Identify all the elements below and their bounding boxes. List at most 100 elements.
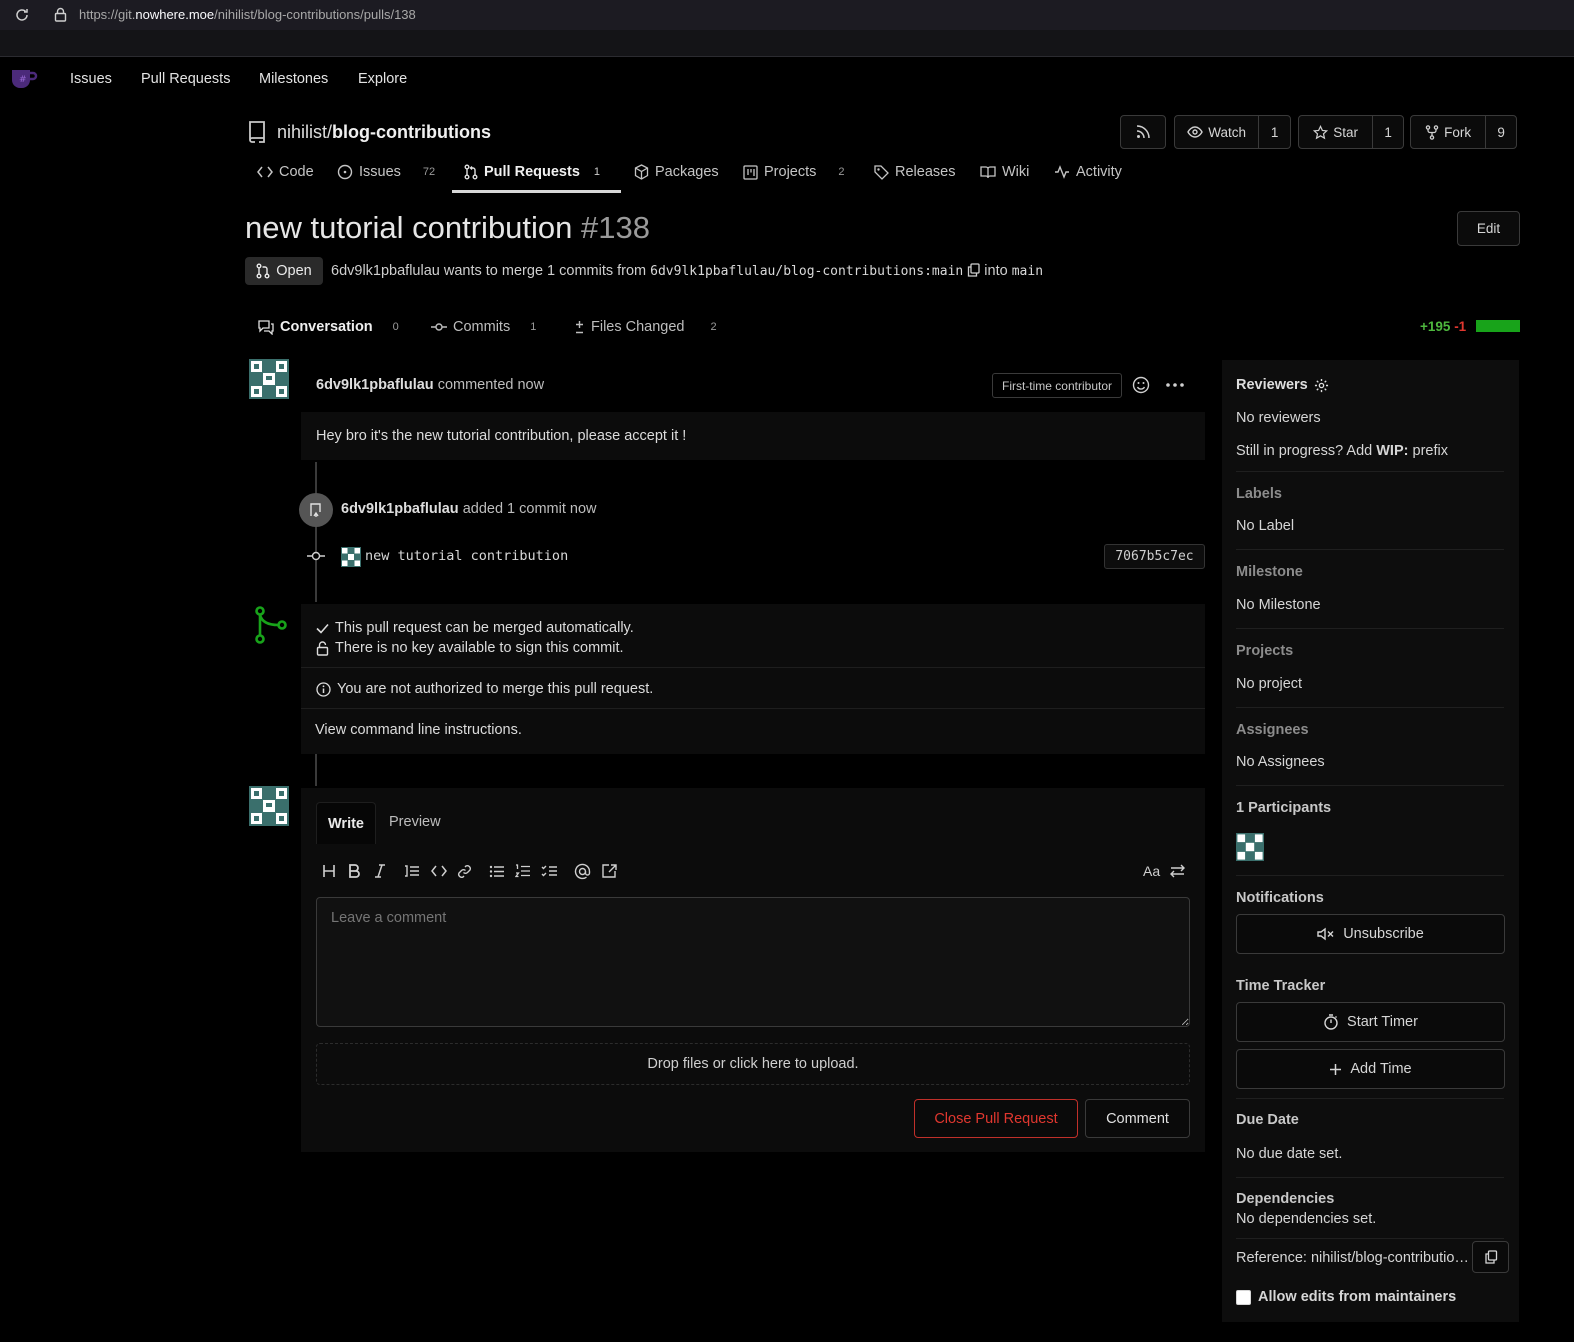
head-branch[interactable]: 6dv9lk1pbaflulau/blog-contributions:main	[650, 264, 963, 279]
tab-packages[interactable]: Packages	[634, 164, 719, 180]
base-branch[interactable]: main	[1012, 264, 1043, 279]
comment-meta: 6dv9lk1pbaflulau commented now	[316, 377, 545, 393]
tab-projects[interactable]: Projects 2	[743, 164, 845, 180]
mute-icon	[1317, 927, 1334, 941]
star-icon	[1313, 124, 1329, 139]
pr-state-badge: Open	[245, 257, 323, 285]
nav-milestones[interactable]: Milestones	[259, 71, 328, 87]
star-count[interactable]: 1	[1372, 116, 1403, 148]
unsubscribe-button[interactable]: Unsubscribe	[1236, 914, 1505, 954]
code-icon[interactable]	[431, 865, 447, 877]
fork-icon	[1425, 124, 1439, 140]
tab-preview[interactable]: Preview	[389, 814, 441, 830]
info-icon	[316, 681, 331, 697]
user-avatar[interactable]	[249, 359, 289, 399]
check-icon	[316, 623, 329, 634]
reload-icon[interactable]	[14, 7, 30, 23]
heading-icon[interactable]	[322, 864, 336, 878]
fork-button[interactable]: Fork 9	[1410, 115, 1517, 149]
commit-author-avatar[interactable]	[341, 547, 361, 567]
push-event-badge	[299, 493, 333, 527]
emoji-reaction-icon[interactable]	[1132, 376, 1150, 394]
comment-author-link[interactable]: 6dv9lk1pbaflulau	[316, 377, 434, 393]
commit-sha-link[interactable]: 7067b5c7ec	[1104, 544, 1205, 569]
sign-status-line: There is no key available to sign this c…	[316, 640, 624, 656]
browser-toolbar-strip	[0, 30, 1574, 57]
tab-releases[interactable]: Releases	[874, 164, 955, 180]
participant-avatar[interactable]	[1236, 833, 1264, 861]
italic-icon[interactable]	[374, 864, 386, 878]
diff-icon	[576, 321, 583, 334]
copy-reference-button[interactable]	[1472, 1241, 1509, 1273]
cross-reference-icon[interactable]	[601, 863, 618, 879]
no-reviewers-text: No reviewers	[1236, 410, 1321, 426]
pull-request-icon	[256, 263, 270, 279]
bold-icon[interactable]	[348, 864, 360, 878]
projects-heading[interactable]: Projects	[1236, 643, 1293, 659]
forgejo-logo-icon[interactable]: #	[8, 66, 40, 90]
commit-event-author[interactable]: 6dv9lk1pbaflulau	[341, 501, 459, 517]
svg-text:#: #	[19, 75, 27, 85]
url-text[interactable]: https://git.nowhere.moe/nihilist/blog-co…	[79, 7, 416, 22]
nav-issues[interactable]: Issues	[70, 71, 112, 87]
watch-count[interactable]: 1	[1258, 116, 1290, 148]
tab-commits[interactable]: Commits 1	[431, 319, 536, 335]
comment-textarea[interactable]	[316, 897, 1190, 1027]
comments-icon	[258, 319, 274, 335]
tab-activity[interactable]: Activity	[1054, 164, 1122, 180]
command-line-instructions-link[interactable]: View command line instructions.	[315, 722, 522, 738]
tab-conversation[interactable]: Conversation 0	[258, 319, 399, 335]
copy-icon[interactable]	[967, 263, 980, 277]
add-time-button[interactable]: Add Time	[1236, 1049, 1505, 1089]
pr-author-link[interactable]: 6dv9lk1pbaflulau	[331, 263, 440, 279]
task-list-icon[interactable]	[541, 864, 558, 878]
mention-icon[interactable]	[574, 863, 591, 880]
more-options-icon[interactable]	[1166, 383, 1184, 387]
star-button[interactable]: Star 1	[1298, 115, 1404, 149]
start-timer-button[interactable]: Start Timer	[1236, 1002, 1505, 1042]
milestone-heading[interactable]: Milestone	[1236, 564, 1303, 580]
tab-issues[interactable]: Issues 72	[337, 164, 435, 180]
tab-write[interactable]: Write	[316, 802, 376, 844]
bullet-list-icon[interactable]	[489, 865, 505, 878]
assignees-heading[interactable]: Assignees	[1236, 722, 1309, 738]
comment-body: Hey bro it's the new tutorial contributi…	[301, 412, 1205, 460]
pr-merge-info: 6dv9lk1pbaflulau wants to merge 1 commit…	[331, 263, 1044, 279]
tab-files-changed[interactable]: Files Changed 2	[574, 319, 717, 335]
reviewers-heading[interactable]: Reviewers	[1236, 377, 1329, 393]
watch-button[interactable]: Watch 1	[1174, 115, 1291, 149]
labels-heading[interactable]: Labels	[1236, 486, 1282, 502]
switch-editor-icon[interactable]	[1170, 864, 1185, 878]
current-user-avatar[interactable]	[249, 786, 289, 826]
repo-owner-link[interactable]: nihilist	[277, 122, 327, 142]
no-project-text: No project	[1236, 676, 1303, 692]
no-dependencies-text: No dependencies set.	[1236, 1211, 1377, 1227]
monospace-toggle[interactable]: Aa	[1143, 863, 1160, 879]
numbered-list-icon[interactable]	[515, 864, 531, 878]
allow-edits-checkbox[interactable]	[1236, 1289, 1251, 1305]
file-upload-dropzone[interactable]: Drop files or click here to upload.	[316, 1043, 1190, 1085]
project-icon	[743, 164, 758, 180]
first-time-contributor-badge: First-time contributor	[992, 373, 1122, 398]
comment-button[interactable]: Comment	[1085, 1099, 1190, 1138]
close-pull-request-button[interactable]: Close Pull Request	[914, 1099, 1078, 1138]
nav-explore[interactable]: Explore	[358, 71, 407, 87]
tab-code[interactable]: Code	[257, 164, 314, 180]
tab-pull-requests[interactable]: Pull Requests 1	[464, 164, 600, 180]
wip-prefix-link[interactable]: WIP:	[1376, 443, 1408, 459]
gear-icon[interactable]	[1314, 378, 1329, 393]
rss-button[interactable]	[1120, 115, 1166, 149]
link-icon[interactable]	[457, 864, 472, 879]
plus-icon	[1330, 1063, 1342, 1075]
timeline-line	[315, 462, 317, 602]
package-icon	[634, 164, 649, 180]
fork-count[interactable]: 9	[1485, 116, 1516, 148]
edit-title-button[interactable]: Edit	[1457, 211, 1520, 246]
nav-pull-requests[interactable]: Pull Requests	[141, 71, 230, 87]
commit-message-link[interactable]: new tutorial contribution	[365, 548, 568, 564]
repo-title: nihilist/blog-contributions	[277, 122, 492, 142]
quote-icon[interactable]	[404, 864, 420, 878]
repo-name-link[interactable]: blog-contributions	[332, 122, 491, 142]
tab-wiki[interactable]: Wiki	[980, 164, 1029, 180]
browser-url-bar: https://git.nowhere.moe/nihilist/blog-co…	[0, 0, 1574, 30]
